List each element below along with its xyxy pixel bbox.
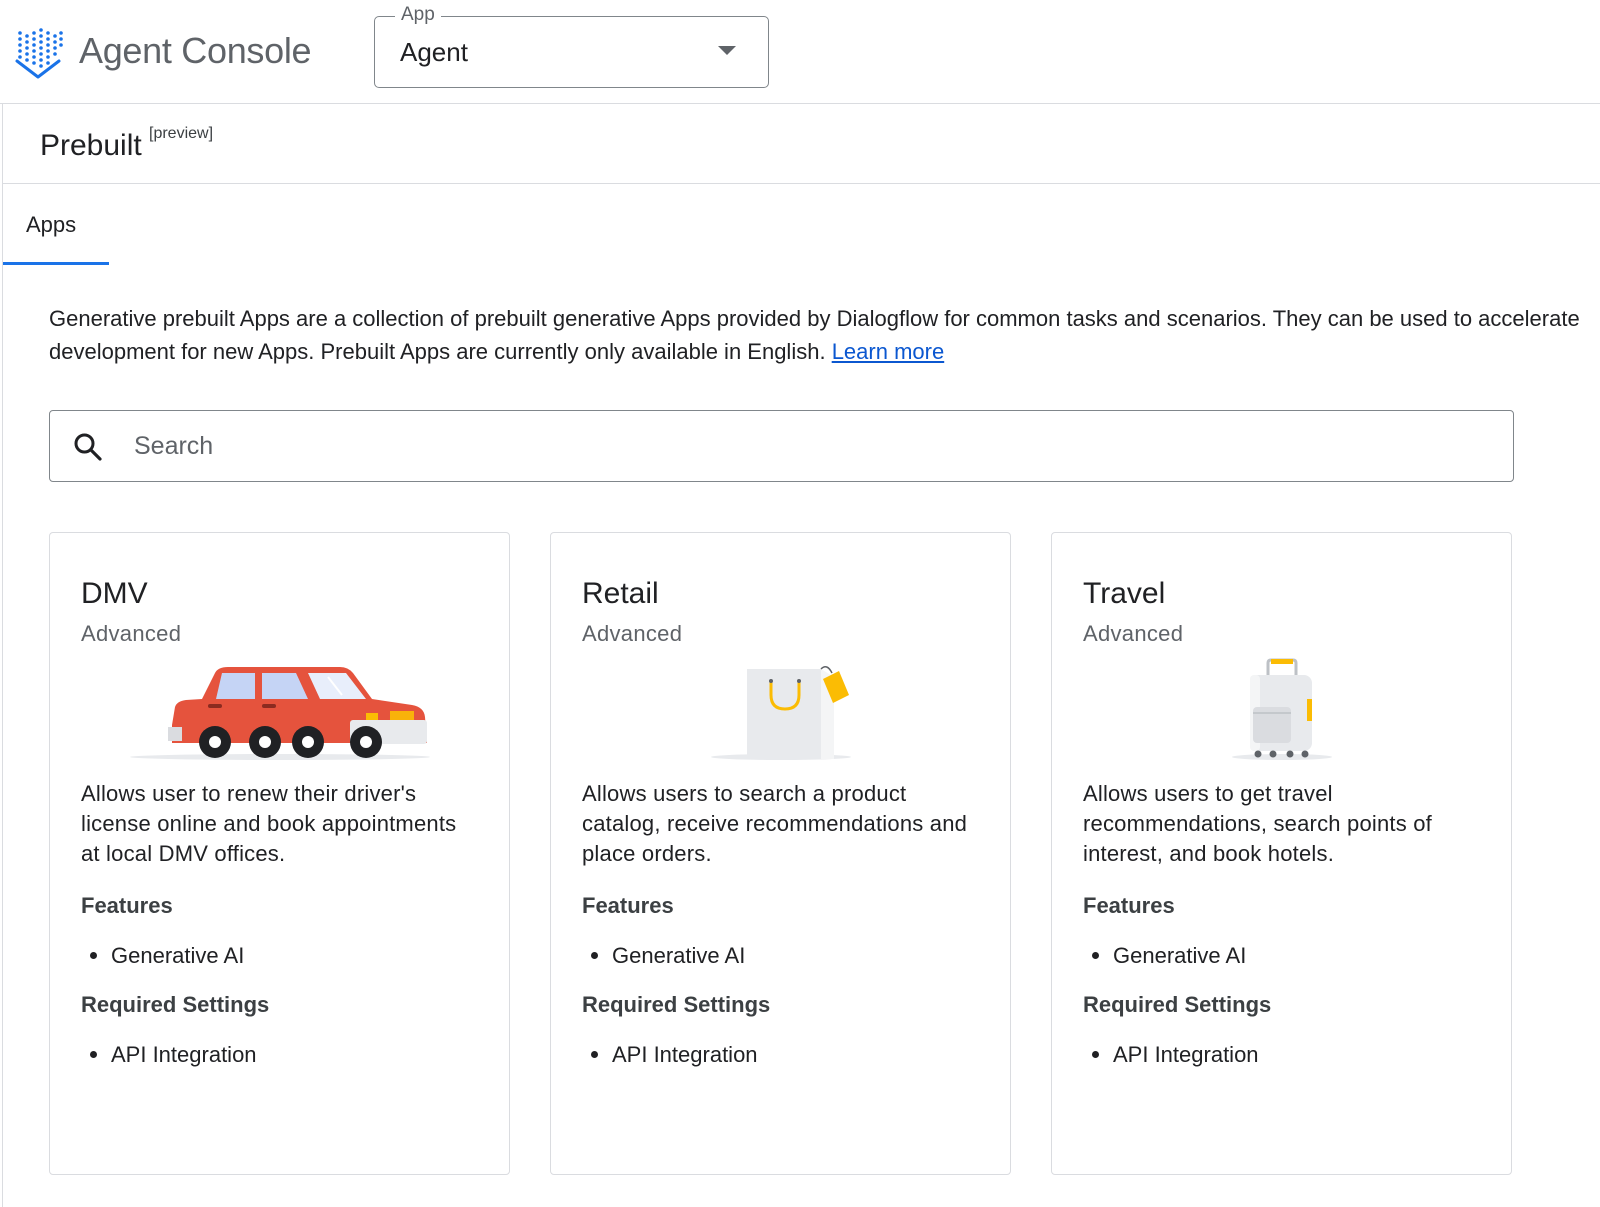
search-input[interactable]: [134, 425, 1474, 467]
feature-label: Generative AI: [111, 943, 245, 968]
feature-item: Generative AI: [582, 941, 745, 971]
required-settings-heading: Required Settings: [81, 992, 270, 1017]
preview-badge: [preview]: [149, 125, 214, 142]
page-header: Prebuilt [preview]: [3, 104, 1600, 184]
card-title: DMV: [81, 577, 148, 610]
car-illustration-icon: [130, 667, 430, 760]
tab-bar: Apps: [3, 185, 1600, 265]
app-card-retail[interactable]: Retail Advanced Allows users to search a…: [550, 532, 1011, 1175]
features-heading: Features: [582, 893, 674, 918]
learn-more-link[interactable]: Learn more: [832, 339, 945, 364]
tab-active-indicator: [3, 262, 109, 265]
intro-text: Generative prebuilt Apps are a collectio…: [49, 306, 1580, 364]
bullet-icon: [90, 951, 97, 959]
feature-item: Generative AI: [81, 941, 244, 971]
card-level: Advanced: [1083, 621, 1184, 646]
app-card-travel[interactable]: Travel Advanced Allows users to get trav…: [1051, 532, 1512, 1175]
card-description: Allows users to get travel recommendatio…: [1083, 781, 1432, 866]
required-settings-heading: Required Settings: [1083, 992, 1272, 1017]
setting-label: API Integration: [612, 1042, 758, 1067]
top-bar: Agent Console App Agent: [0, 0, 1600, 104]
intro-description: Generative prebuilt Apps are a collectio…: [49, 302, 1594, 368]
app-select-dropdown[interactable]: App Agent: [374, 3, 769, 88]
features-heading: Features: [81, 893, 173, 918]
card-title: Retail: [582, 577, 659, 610]
bullet-icon: [591, 1050, 598, 1058]
tab-apps[interactable]: Apps: [3, 185, 109, 265]
setting-label: API Integration: [111, 1042, 257, 1067]
setting-item: API Integration: [1083, 1040, 1259, 1070]
card-description: Allows user to renew their driver's lice…: [81, 781, 457, 866]
setting-item: API Integration: [582, 1040, 758, 1070]
feature-item: Generative AI: [1083, 941, 1246, 971]
app-select-label: App: [395, 3, 441, 27]
left-divider: [2, 104, 3, 1207]
app-title: Agent Console: [79, 30, 312, 71]
feature-label: Generative AI: [1113, 943, 1247, 968]
search-icon: [74, 433, 102, 461]
tab-apps-label: Apps: [26, 212, 77, 237]
agent-console-logo-icon: [15, 28, 63, 79]
bullet-icon: [591, 951, 598, 959]
setting-label: API Integration: [1113, 1042, 1259, 1067]
app-select-value: Agent: [400, 37, 468, 67]
bullet-icon: [1092, 1050, 1099, 1058]
page-title: Prebuilt: [40, 129, 142, 162]
suitcase-illustration-icon: [1232, 658, 1332, 760]
card-description: Allows users to search a product catalog…: [582, 781, 968, 866]
card-title: Travel: [1083, 577, 1166, 610]
chevron-down-icon[interactable]: [718, 46, 736, 55]
shopping-bag-illustration-icon: [711, 666, 851, 760]
features-heading: Features: [1083, 893, 1175, 918]
card-level: Advanced: [81, 621, 182, 646]
setting-item: API Integration: [81, 1040, 257, 1070]
bullet-icon: [1092, 951, 1099, 959]
card-level: Advanced: [582, 621, 683, 646]
search-box: [49, 410, 1514, 482]
bullet-icon: [90, 1050, 97, 1058]
app-card-dmv[interactable]: DMV Advanced Allows user to renew their …: [49, 532, 510, 1175]
feature-label: Generative AI: [612, 943, 746, 968]
required-settings-heading: Required Settings: [582, 992, 771, 1017]
